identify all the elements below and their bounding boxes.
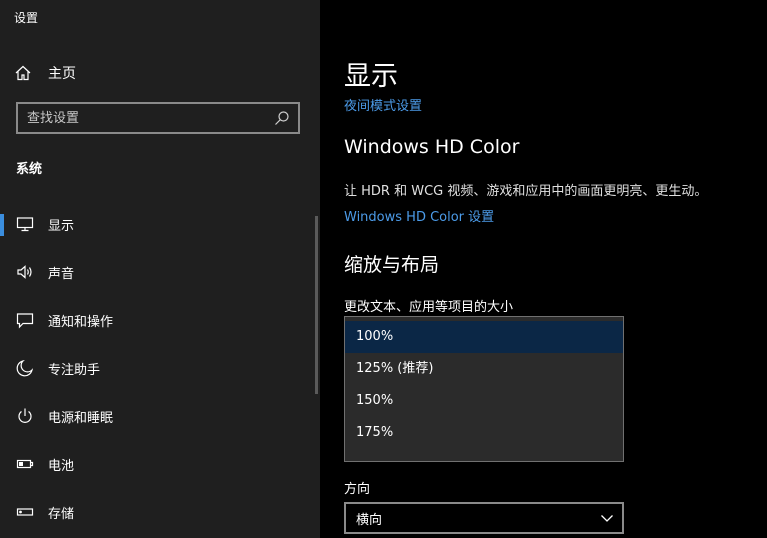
sidebar-item-label: 电池 <box>48 458 75 474</box>
orientation-select[interactable]: 横向 <box>344 502 624 534</box>
sidebar-item-display[interactable]: 显示 <box>0 204 316 244</box>
sidebar: 设置 主页 系统 显示 声音 通知和操作 专注助手 电源和睡眠 电池 <box>0 0 320 538</box>
scale-layout-heading: 缩放与布局 <box>344 254 440 276</box>
notification-icon <box>16 313 34 329</box>
hd-color-settings-link[interactable]: Windows HD Color 设置 <box>344 206 494 225</box>
home-nav-item[interactable]: 主页 <box>14 62 76 84</box>
home-icon <box>15 65 31 81</box>
sidebar-item-storage[interactable]: 存储 <box>0 492 316 532</box>
sidebar-item-label: 通知和操作 <box>48 314 114 330</box>
orientation-value: 横向 <box>356 512 383 528</box>
orientation-label: 方向 <box>344 482 371 497</box>
scale-label: 更改文本、应用等项目的大小 <box>344 300 514 315</box>
sidebar-item-focus-assist[interactable]: 专注助手 <box>0 348 316 388</box>
power-icon <box>18 408 32 423</box>
chevron-down-icon <box>601 515 613 522</box>
scale-option-150[interactable]: 150% <box>345 385 623 417</box>
scale-option-125[interactable]: 125% (推荐) <box>345 353 623 385</box>
sidebar-item-sound[interactable]: 声音 <box>0 252 316 292</box>
sidebar-item-label: 专注助手 <box>48 362 101 378</box>
sidebar-item-battery[interactable]: 电池 <box>0 444 316 484</box>
sidebar-item-label: 电源和睡眠 <box>48 410 114 426</box>
monitor-icon <box>16 217 34 232</box>
sidebar-scrollbar[interactable] <box>315 216 318 394</box>
sidebar-item-label: 存储 <box>48 506 75 522</box>
search-box[interactable] <box>16 102 300 134</box>
page-title: 显示 <box>344 61 398 92</box>
sidebar-item-label: 显示 <box>48 218 75 234</box>
moon-icon <box>16 359 34 377</box>
sidebar-item-power-sleep[interactable]: 电源和睡眠 <box>0 396 316 436</box>
sidebar-item-notifications[interactable]: 通知和操作 <box>0 300 316 340</box>
home-label: 主页 <box>48 66 76 82</box>
storage-icon <box>16 508 34 516</box>
night-light-settings-link[interactable]: 夜间模式设置 <box>344 95 422 114</box>
scale-dropdown-list[interactable]: 100% 125% (推荐) 150% 175% <box>344 316 624 462</box>
hd-color-description: 让 HDR 和 WCG 视频、游戏和应用中的画面更明亮、更生动。 <box>344 184 708 199</box>
search-icon[interactable] <box>274 110 290 126</box>
sidebar-item-label: 声音 <box>48 266 75 282</box>
scale-option-100[interactable]: 100% <box>345 321 623 353</box>
hd-color-heading: Windows HD Color <box>344 136 520 158</box>
search-input[interactable] <box>18 109 274 127</box>
speaker-icon <box>17 265 32 279</box>
app-title: 设置 <box>14 11 39 25</box>
main-panel: 显示 夜间模式设置 Windows HD Color 让 HDR 和 WCG 视… <box>320 0 767 538</box>
scale-option-175[interactable]: 175% <box>345 417 623 449</box>
battery-icon <box>16 459 34 469</box>
section-label: 系统 <box>16 162 43 177</box>
